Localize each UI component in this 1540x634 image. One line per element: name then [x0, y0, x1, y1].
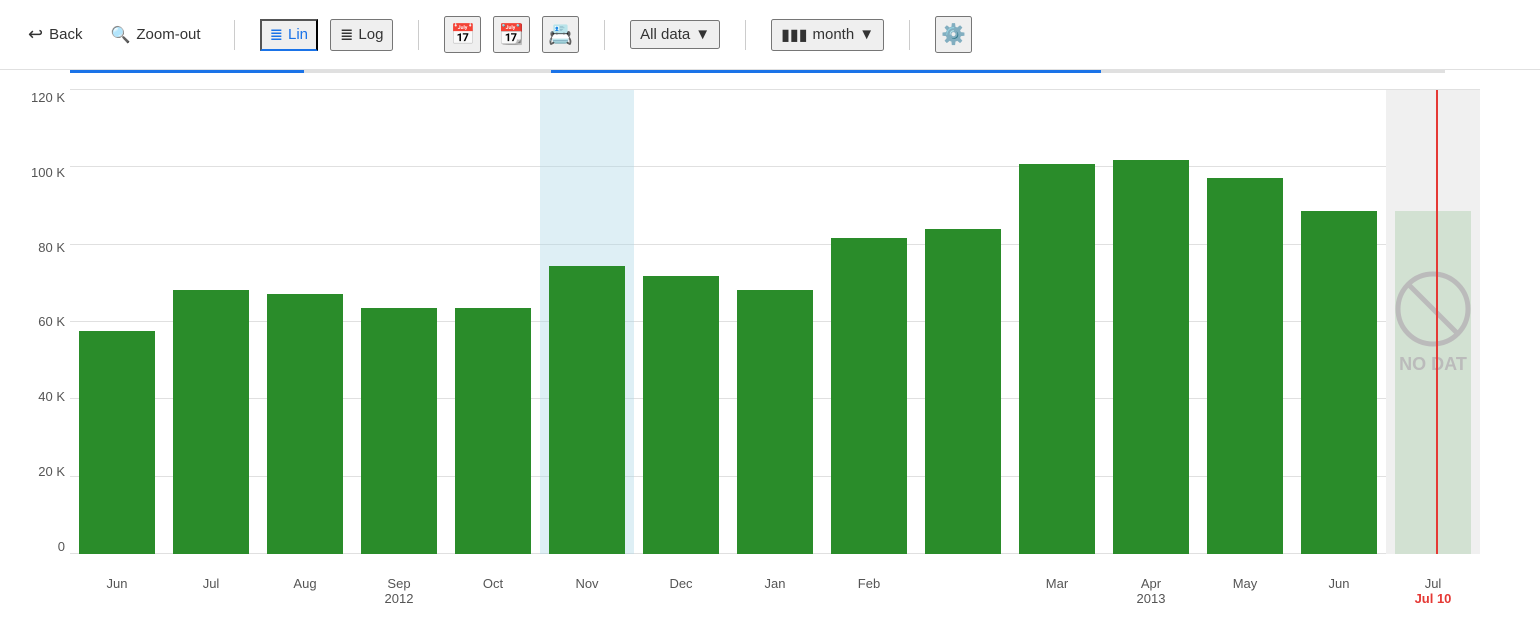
y-label-20k: 20 K	[10, 464, 65, 479]
chart-area: 0 20 K 40 K 60 K 80 K 100 K 120 K	[0, 70, 1540, 634]
all-data-label: All data	[640, 26, 690, 43]
month-label: month	[813, 26, 855, 43]
toolbar: ↩ Back 🔍 Zoom-out ≣ Lin ≣ Log 📅 📆 📇 All …	[0, 0, 1540, 70]
bar-group-jul2013[interactable]: NO DAT	[1386, 90, 1480, 554]
bar-nov2012	[549, 266, 624, 554]
settings-button[interactable]: ⚙️	[935, 16, 972, 53]
bar-jun2012	[79, 331, 154, 554]
bars-container: NO DAT	[70, 90, 1480, 554]
bar-oct2012	[455, 308, 530, 554]
bar-group-may2013[interactable]	[1198, 90, 1292, 554]
bar-feb2013	[831, 238, 906, 554]
scale-group: ≣ Lin ≣ Log	[260, 19, 394, 51]
separator-5	[909, 20, 910, 50]
day-view-button[interactable]: 📅	[444, 16, 481, 53]
chart-icon: ▮▮▮	[781, 25, 807, 45]
back-icon: ↩	[28, 24, 43, 45]
bar-group-sep2012[interactable]	[352, 90, 446, 554]
navigation-group: ↩ Back 🔍 Zoom-out	[20, 20, 209, 49]
back-button[interactable]: ↩ Back	[20, 20, 90, 49]
chart-inner: 0 20 K 40 K 60 K 80 K 100 K 120 K	[70, 90, 1480, 554]
bar-group-mar2013[interactable]	[1010, 90, 1104, 554]
filter-group: All data ▼	[630, 20, 720, 49]
y-label-40k: 40 K	[10, 389, 65, 404]
zoom-out-icon: 🔍	[110, 25, 130, 45]
lin-button[interactable]: ≣ Lin	[260, 19, 318, 51]
bar-jan2013	[737, 290, 812, 554]
back-label: Back	[49, 26, 82, 43]
x-label-aug2012: Aug	[258, 576, 352, 606]
bar-group-jan2013[interactable]	[728, 90, 822, 554]
bar-group-dec2012[interactable]	[634, 90, 728, 554]
all-data-dropdown[interactable]: All data ▼	[630, 20, 720, 49]
bar-aug2012	[267, 294, 342, 554]
bar-group-oct2012[interactable]	[446, 90, 540, 554]
zoom-out-label: Zoom-out	[136, 26, 200, 43]
bar-dec2012	[643, 276, 718, 554]
x-label-apr2013: Apr2013	[1104, 576, 1198, 606]
bar-group-feb2013[interactable]	[822, 90, 916, 554]
top-indicator-left	[70, 70, 304, 73]
x-label-jul2013: Jul Jul 10	[1386, 576, 1480, 606]
bar-group-apr2013[interactable]	[1104, 90, 1198, 554]
no-data-icon	[1393, 269, 1473, 349]
y-label-80k: 80 K	[10, 240, 65, 255]
separator-4	[745, 20, 746, 50]
log-label: Log	[358, 26, 383, 43]
zoom-out-button[interactable]: 🔍 Zoom-out	[102, 21, 208, 49]
week-view-button[interactable]: 📆	[493, 16, 530, 53]
bar-mar2013	[1019, 164, 1094, 554]
bar-group-aug2012[interactable]	[258, 90, 352, 554]
lin-icon: ≣	[270, 25, 283, 45]
bar-group-nov2012[interactable]	[540, 90, 634, 554]
log-button[interactable]: ≣ Log	[330, 19, 393, 51]
separator-3	[604, 20, 605, 50]
y-label-100k: 100 K	[10, 165, 65, 180]
red-line	[1436, 90, 1438, 554]
granularity-group: ▮▮▮ month ▼	[771, 19, 884, 51]
y-axis: 0 20 K 40 K 60 K 80 K 100 K 120 K	[10, 90, 65, 554]
x-label-jul2012: Jul	[164, 576, 258, 606]
log-icon: ≣	[340, 25, 353, 45]
top-indicator-right	[551, 70, 1101, 73]
separator-1	[234, 20, 235, 50]
x-label-jun2013: Jun	[1292, 576, 1386, 606]
x-label-oct2012: Oct	[446, 576, 540, 606]
bar-apr2013	[1113, 160, 1188, 554]
bar-sep2012	[361, 308, 436, 554]
y-label-120k: 120 K	[10, 90, 65, 105]
x-label-feb2013: Feb	[822, 576, 916, 606]
bar-group-jul2012[interactable]	[164, 90, 258, 554]
x-label-jun2012: Jun	[70, 576, 164, 606]
month-dropdown[interactable]: ▮▮▮ month ▼	[771, 19, 884, 51]
y-label-0: 0	[10, 539, 65, 554]
dropdown-arrow-icon: ▼	[695, 26, 710, 43]
x-label-jan2013: Jan	[728, 576, 822, 606]
x-label-mar2013: Mar	[1010, 576, 1104, 606]
x-label-feb2-2013	[916, 576, 1010, 606]
bar-group-feb2-2013[interactable]	[916, 90, 1010, 554]
y-label-60k: 60 K	[10, 314, 65, 329]
bar-feb2-2013	[925, 229, 1000, 554]
no-data-overlay: NO DAT	[1386, 90, 1480, 554]
lin-label: Lin	[288, 26, 308, 43]
no-data-text: NO DAT	[1399, 354, 1467, 375]
x-label-may2013: May	[1198, 576, 1292, 606]
red-line-date-label: Jul 10	[1386, 591, 1480, 606]
period-group: 📅 📆 📇	[444, 16, 579, 53]
dropdown-arrow-icon-2: ▼	[859, 26, 874, 43]
month-view-button[interactable]: 📇	[542, 16, 579, 53]
x-label-nov2012: Nov	[540, 576, 634, 606]
separator-2	[418, 20, 419, 50]
bar-group-jun2013[interactable]	[1292, 90, 1386, 554]
bar-jul2012	[173, 290, 248, 554]
bar-group-jun2012[interactable]	[70, 90, 164, 554]
bar-jun2013	[1301, 211, 1376, 554]
settings-icon: ⚙️	[941, 24, 966, 46]
x-label-sep2012: Sep2012	[352, 576, 446, 606]
x-label-dec2012: Dec	[634, 576, 728, 606]
bar-may2013	[1207, 178, 1282, 554]
x-axis: Jun Jul Aug Sep2012 Oct Nov Dec Jan Feb …	[70, 576, 1480, 606]
